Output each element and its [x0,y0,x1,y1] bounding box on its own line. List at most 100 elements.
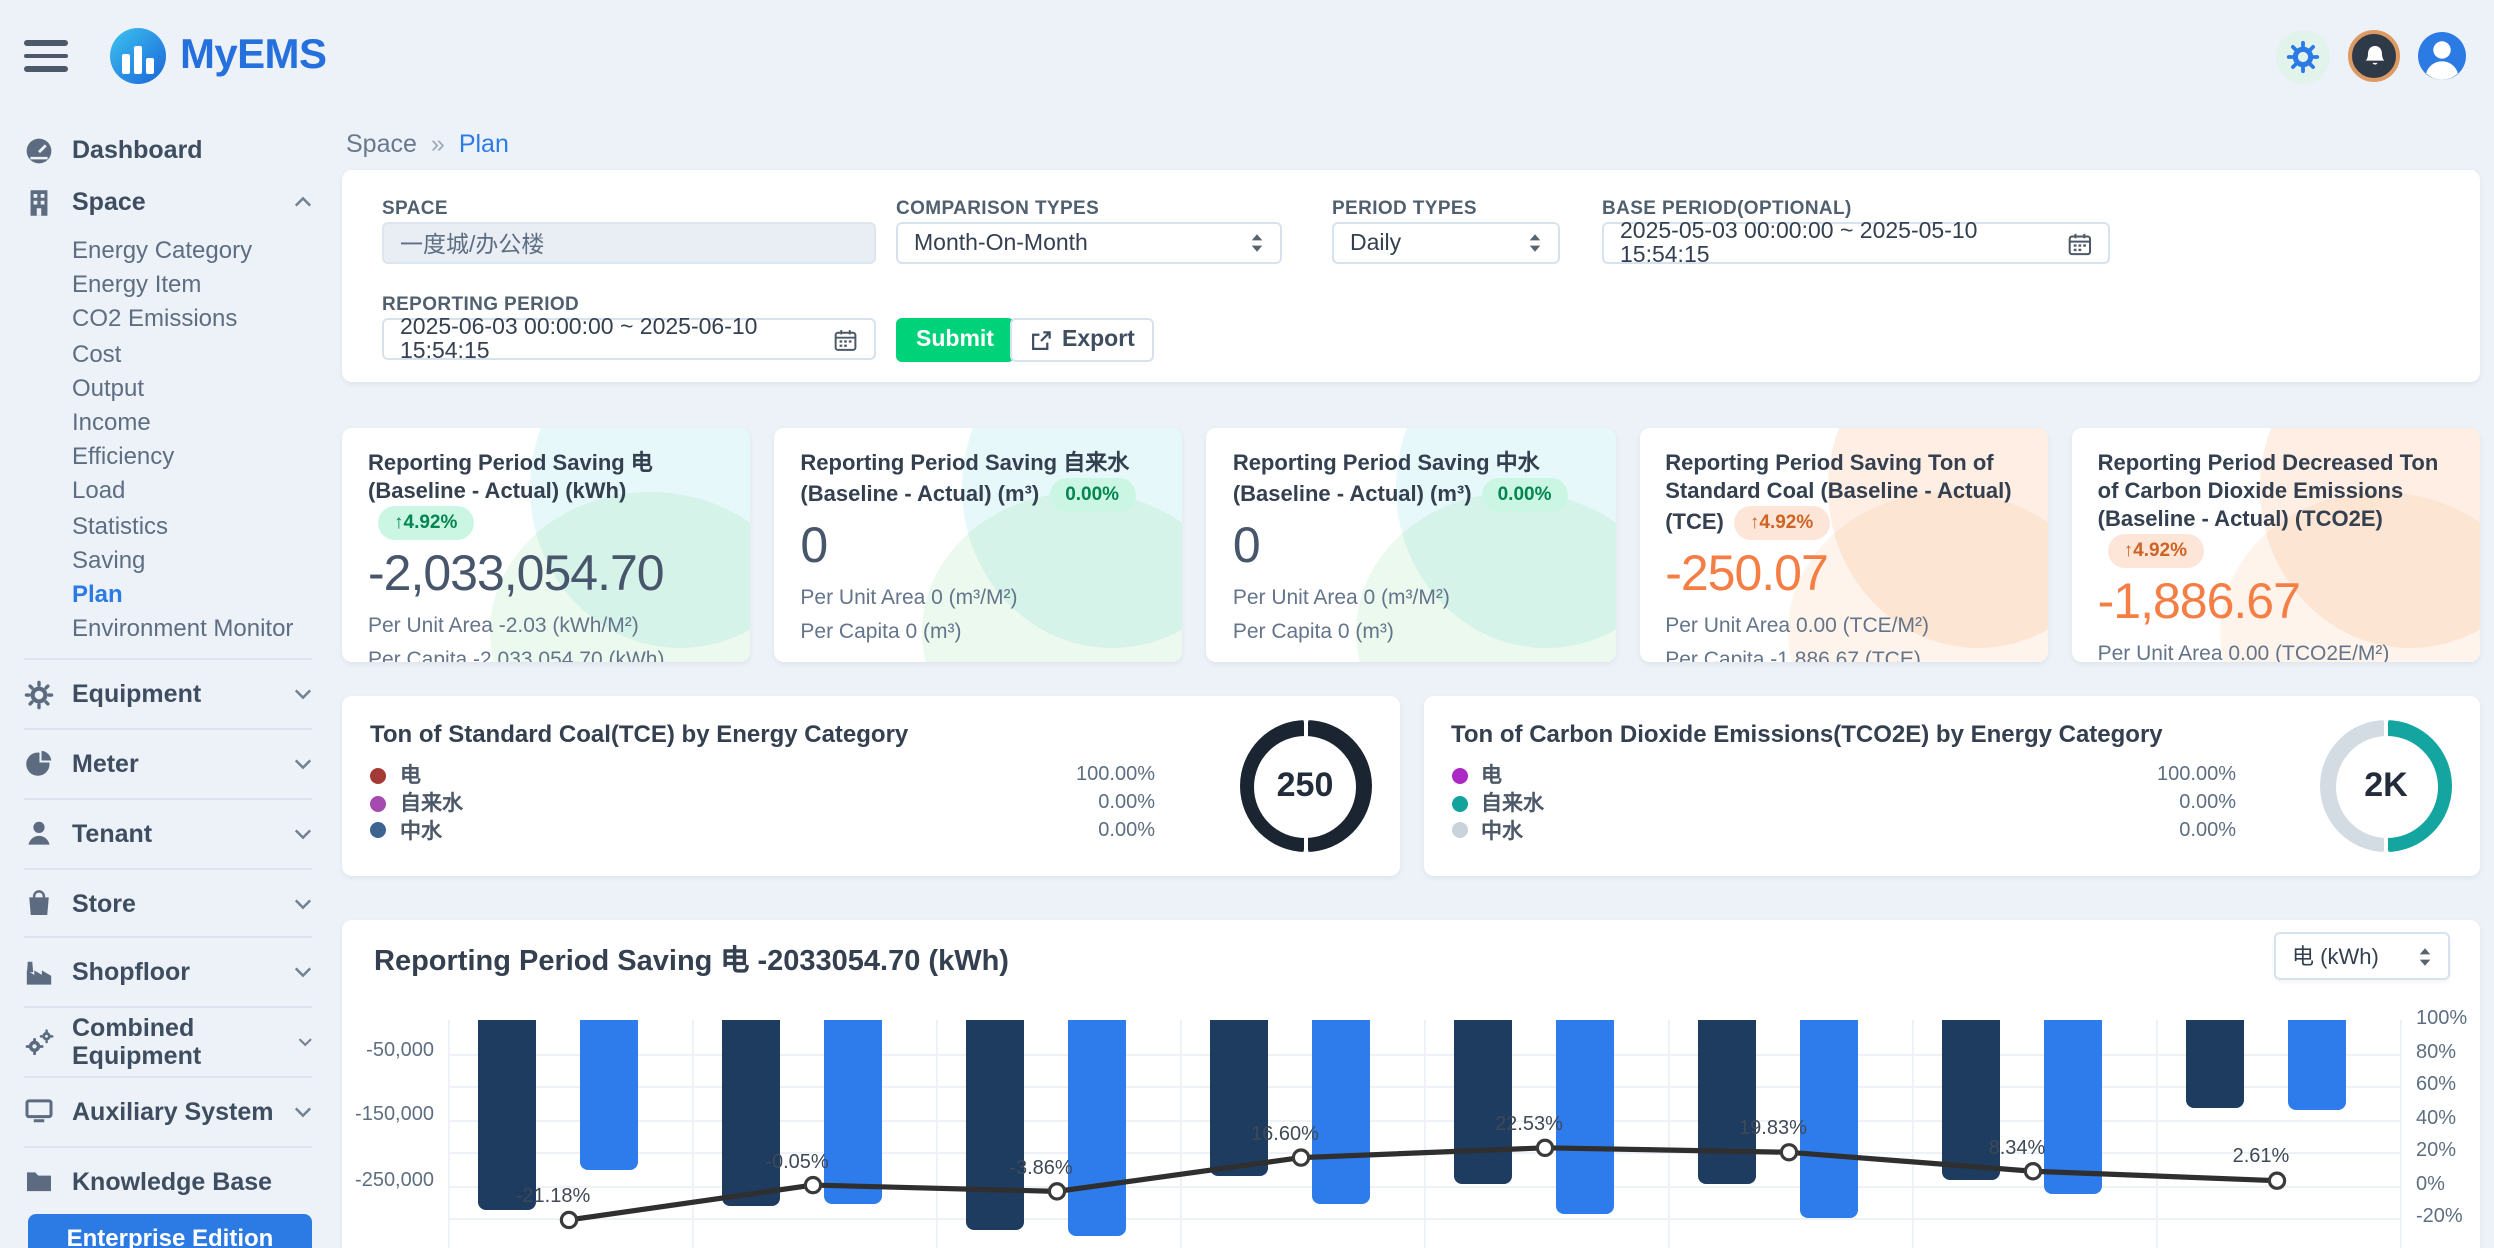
legend-item[interactable]: 中水 [1451,817,1544,845]
per-unit-area: Per Unit Area 0 (m³/M²) [1233,586,1589,610]
sidebar-item-output[interactable]: Output [72,372,312,406]
legend-item[interactable]: 电 [1451,762,1544,790]
top-navbar: MyEMS [0,0,2494,112]
breadcrumb: Space » Plan [346,130,2480,158]
sidebar-item-label: Meter [72,750,139,778]
calendar-icon [835,327,858,351]
period-types-select[interactable]: Daily [1332,222,1560,264]
donut-chart[interactable]: 2K [2320,720,2452,852]
line-value-label: -21.18% [473,1186,633,1208]
sidebar: Dashboard Space Energy Category Energy I… [0,112,342,1248]
filter-panel: SPACE 一度城/办公楼 COMPARISON TYPES Month-On-… [342,170,2480,382]
sidebar-item-energy-category[interactable]: Energy Category [72,234,312,268]
right-axis-tick: 80% [2416,1041,2456,1063]
right-axis-tick: 40% [2416,1107,2456,1129]
per-capita: Per Capita 0 (m³) [1233,620,1589,644]
line-marker [805,1177,820,1192]
line-marker [1049,1184,1064,1199]
calendar-icon [2068,231,2092,255]
sidebar-item-saving[interactable]: Saving [72,543,312,577]
export-icon [1030,329,1052,351]
sidebar-item-equipment[interactable]: Equipment [24,659,312,729]
gears-icon [24,1027,54,1057]
legend-item[interactable]: 自来水 [1451,790,1544,818]
legend-dot [370,795,386,811]
stat-card-tce: Reporting Period Saving Ton of Standard … [1639,428,2047,662]
base-period-input[interactable]: 2025-05-03 00:00:00 ~ 2025-05-10 15:54:1… [1602,222,2110,264]
brand-logo[interactable]: MyEMS [110,28,326,84]
app-window: MyEMS [0,0,2494,1248]
sidebar-item-cost[interactable]: Cost [72,337,312,371]
base-period-label: BASE PERIOD(OPTIONAL) [1602,198,1852,220]
stat-card-tco2e: Reporting Period Decreased Ton of Carbon… [2072,428,2480,662]
sidebar-item-knowledge-base[interactable]: Knowledge Base [24,1146,312,1216]
legend-label: 中水 [1481,816,1523,846]
export-button[interactable]: Export [1010,318,1155,362]
space-value: 一度城/办公楼 [400,227,544,259]
right-axis-tick: 100% [2416,1008,2467,1030]
user-avatar-button[interactable] [2418,32,2466,80]
select-arrows-icon [2418,945,2432,967]
left-axis-tick: -50,000 [354,1040,434,1062]
donut-percentages: 100.00% 0.00% 0.00% [1076,762,1155,845]
comparison-types-select[interactable]: Month-On-Month [896,222,1282,264]
sidebar-item-load[interactable]: Load [72,475,312,509]
breadcrumb-space[interactable]: Space [346,130,417,158]
per-unit-area: Per Unit Area 0.00 (TCE/M²) [1665,614,2021,638]
sidebar-item-meter[interactable]: Meter [24,728,312,798]
sidebar-item-dashboard[interactable]: Dashboard [24,124,312,176]
sidebar-item-statistics[interactable]: Statistics [72,509,312,543]
enterprise-edition-button[interactable]: Enterprise Edition [28,1214,312,1248]
legend-item[interactable]: 电 [370,762,463,790]
sidebar-item-shopfloor[interactable]: Shopfloor [24,937,312,1007]
brand-name: MyEMS [180,32,326,80]
donut-center-value: 250 [1277,766,1334,806]
sidebar-item-environment-monitor[interactable]: Environment Monitor [72,612,312,646]
donut-cards-row: Ton of Standard Coal(TCE) by Energy Cate… [342,696,2480,876]
line-marker [1293,1150,1308,1165]
legend-dot [370,823,386,839]
legend-percent: 0.00% [1076,790,1155,818]
line-marker [2269,1173,2284,1188]
legend-item[interactable]: 中水 [370,817,463,845]
settings-button[interactable] [2276,29,2330,83]
line-marker [2025,1164,2040,1179]
space-input[interactable]: 一度城/办公楼 [382,222,876,264]
sidebar-item-efficiency[interactable]: Efficiency [72,440,312,474]
sidebar-item-income[interactable]: Income [72,406,312,440]
sidebar-item-co2-emissions[interactable]: CO2 Emissions [72,303,312,337]
monitor-icon [24,1097,54,1127]
legend-item[interactable]: 自来水 [370,790,463,818]
chart-plot-area[interactable]: -21.18%-0.05%-3.86%16.60%22.53%19.83%8.3… [448,1020,2400,1248]
tce-by-category-card: Ton of Standard Coal(TCE) by Energy Cate… [342,696,1399,876]
right-axis-tick: 0% [2416,1173,2445,1195]
legend-dot [370,768,386,784]
sidebar-item-space[interactable]: Space [24,176,312,228]
breadcrumb-plan[interactable]: Plan [459,130,509,158]
sidebar-item-auxiliary-system[interactable]: Auxiliary System [24,1076,312,1146]
stat-value: 0 [800,518,1156,576]
sidebar-item-plan[interactable]: Plan [72,578,312,612]
tco2e-by-category-card: Ton of Carbon Dioxide Emissions(TCO2E) b… [1423,696,2480,876]
sidebar-item-energy-item[interactable]: Energy Item [72,268,312,302]
energy-unit-select[interactable]: 电 (kWh) [2274,932,2450,980]
donut-chart[interactable]: 250 [1239,720,1371,852]
per-unit-area: Per Unit Area 0.00 (TCO2E/M²) [2098,642,2454,662]
submit-button[interactable]: Submit [896,318,1014,362]
line-marker [1537,1140,1552,1155]
breadcrumb-separator: » [431,130,445,158]
chevron-down-icon [294,827,312,839]
menu-toggle-icon[interactable] [24,40,68,72]
select-arrows-icon [1250,232,1264,254]
sidebar-item-tenant[interactable]: Tenant [24,798,312,868]
right-axis-tick: -20% [2416,1206,2463,1228]
line-value-label: -3.86% [961,1157,1121,1179]
sidebar-item-combined-equipment[interactable]: Combined Equipment [24,1006,312,1076]
sidebar-item-store[interactable]: Store [24,867,312,937]
notifications-button[interactable] [2348,30,2400,82]
reporting-period-input[interactable]: 2025-06-03 00:00:00 ~ 2025-06-10 15:54:1… [382,318,876,360]
chevron-down-icon [294,688,312,700]
line-value-label: -0.05% [717,1151,877,1173]
per-unit-area: Per Unit Area -2.03 (kWh/M²) [368,614,724,638]
space-submenu: Energy Category Energy Item CO2 Emission… [72,234,312,647]
